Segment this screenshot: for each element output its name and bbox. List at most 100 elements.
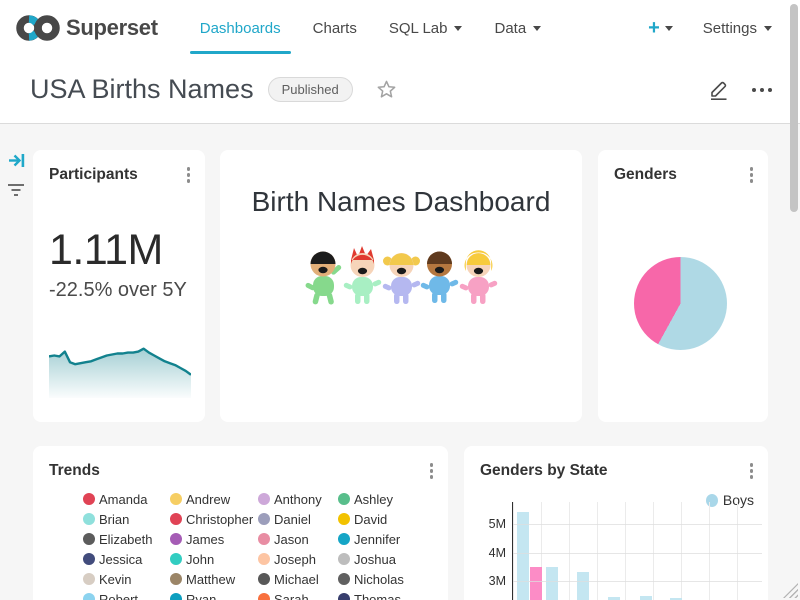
sparkline-area-chart	[49, 340, 191, 398]
settings-menu[interactable]: Settings	[703, 20, 772, 37]
legend-item[interactable]: Joseph	[258, 549, 338, 569]
nav-tab-data[interactable]: Data	[478, 0, 557, 56]
bar-boys[interactable]	[546, 567, 558, 600]
legend-dot-icon	[170, 593, 182, 600]
legend-dot-icon	[258, 533, 270, 545]
scrollbar-thumb[interactable]	[790, 4, 798, 212]
legend-item[interactable]: Ashley	[338, 489, 448, 509]
legend-dot-icon	[83, 513, 95, 525]
settings-label: Settings	[703, 20, 757, 37]
resize-handle-icon[interactable]	[783, 583, 798, 598]
legend-label: Anthony	[274, 492, 322, 507]
legend-dot-icon	[338, 533, 350, 545]
legend-label: James	[186, 532, 224, 547]
legend-item[interactable]: Anthony	[258, 489, 338, 509]
chart-kebab-menu[interactable]	[185, 165, 193, 185]
star-icon	[375, 78, 398, 101]
legend-item[interactable]: Elizabeth	[83, 529, 170, 549]
legend-label: Ashley	[354, 492, 393, 507]
legend-item[interactable]: James	[170, 529, 258, 549]
chart-card-genders-by-state: Genders by State Boys 5M4M3M	[464, 446, 768, 600]
pencil-icon	[708, 78, 730, 101]
bar-boys[interactable]	[640, 596, 652, 600]
legend-label: Brian	[99, 512, 129, 527]
nav-tab-dashboards[interactable]: Dashboards	[184, 0, 297, 56]
legend-item[interactable]: Daniel	[258, 509, 338, 529]
bar-girls[interactable]	[530, 567, 542, 600]
legend-item[interactable]: Jennifer	[338, 529, 448, 549]
legend-item[interactable]: Michael	[258, 569, 338, 589]
legend-item[interactable]: Thomas	[338, 589, 448, 600]
legend-item[interactable]: Ryan	[170, 589, 258, 600]
children-illustration	[220, 244, 582, 311]
y-tick-label: 3M	[464, 574, 506, 588]
legend-item[interactable]: Robert	[83, 589, 170, 600]
legend-item[interactable]: David	[338, 509, 448, 529]
legend-item[interactable]: John	[170, 549, 258, 569]
arrow-to-bar-icon	[8, 152, 26, 169]
superset-logo[interactable]: Superset	[16, 13, 158, 43]
legend-dot-icon	[338, 553, 350, 565]
legend-label: David	[354, 512, 387, 527]
legend-dot-icon	[170, 513, 182, 525]
nav-tab-sqllab[interactable]: SQL Lab	[373, 0, 479, 56]
legend-label: Ryan	[186, 592, 216, 600]
nav-tab-charts[interactable]: Charts	[297, 0, 373, 56]
legend-item[interactable]: Joshua	[338, 549, 448, 569]
top-navbar: Superset Dashboards Charts SQL Lab Data …	[0, 0, 800, 56]
trendline-sparkline[interactable]	[49, 340, 191, 398]
legend-item[interactable]: Jason	[258, 529, 338, 549]
legend-dot-icon	[83, 493, 95, 505]
nav-tab-label: SQL Lab	[389, 20, 448, 37]
ellipsis-icon	[760, 88, 764, 92]
legend-dot-icon	[258, 593, 270, 600]
edit-dashboard-button[interactable]	[708, 78, 730, 101]
legend-item[interactable]: Nicholas	[338, 569, 448, 589]
big-number-value: 1.11M	[49, 226, 205, 275]
chart-kebab-menu[interactable]	[748, 461, 756, 481]
y-tick-label: 4M	[464, 546, 506, 560]
nav-tab-label: Charts	[313, 20, 357, 37]
legend-item[interactable]: Jessica	[83, 549, 170, 569]
bar-boys[interactable]	[517, 512, 529, 600]
markdown-card-headline: Birth Names Dashboard	[220, 150, 582, 422]
chart-kebab-menu[interactable]	[428, 461, 436, 481]
navbar-right: + Settings	[648, 17, 772, 40]
legend-dot-icon	[338, 513, 350, 525]
favorite-star-button[interactable]	[375, 78, 398, 101]
legend-dot-icon	[258, 493, 270, 505]
big-number-trend: -22.5% over 5Y	[49, 279, 205, 302]
bar-boys[interactable]	[577, 572, 589, 600]
legend-label: Matthew	[186, 572, 235, 587]
legend-item[interactable]: Kevin	[83, 569, 170, 589]
genders-pie-chart[interactable]	[634, 257, 727, 350]
more-actions-button[interactable]	[748, 84, 776, 96]
legend-item[interactable]: Christopher	[170, 509, 258, 529]
legend-item[interactable]: Brian	[83, 509, 170, 529]
legend-item[interactable]: Sarah	[258, 589, 338, 600]
legend-item[interactable]: Matthew	[170, 569, 258, 589]
chart-title: Genders	[614, 166, 677, 184]
bar-chart-plot-area[interactable]	[513, 502, 762, 600]
chart-card-trends: Trends AmandaAndrewAnthonyAshleyBrianChr…	[33, 446, 448, 600]
published-badge[interactable]: Published	[268, 77, 353, 102]
legend-label: Robert	[99, 592, 138, 600]
expand-filter-bar-button[interactable]	[8, 152, 26, 174]
caret-down-icon	[533, 26, 541, 31]
legend-label: Michael	[274, 572, 319, 587]
legend-label: Joseph	[274, 552, 316, 567]
main-nav: Dashboards Charts SQL Lab Data	[184, 0, 557, 56]
legend-item[interactable]: Amanda	[83, 489, 170, 509]
legend-label: Daniel	[274, 512, 311, 527]
plus-icon: +	[648, 17, 660, 40]
ellipsis-icon	[752, 88, 756, 92]
new-item-button[interactable]: +	[648, 17, 673, 40]
superset-dashboard-page: Superset Dashboards Charts SQL Lab Data …	[0, 0, 800, 600]
legend-label: Elizabeth	[99, 532, 152, 547]
chart-kebab-menu[interactable]	[748, 165, 756, 185]
filter-list-button[interactable]	[7, 182, 25, 203]
legend-item[interactable]: Andrew	[170, 489, 258, 509]
chart-card-participants: Participants 1.11M -22.5% over 5Y	[33, 150, 205, 422]
legend-dot-icon	[258, 513, 270, 525]
legend-label: Nicholas	[354, 572, 404, 587]
